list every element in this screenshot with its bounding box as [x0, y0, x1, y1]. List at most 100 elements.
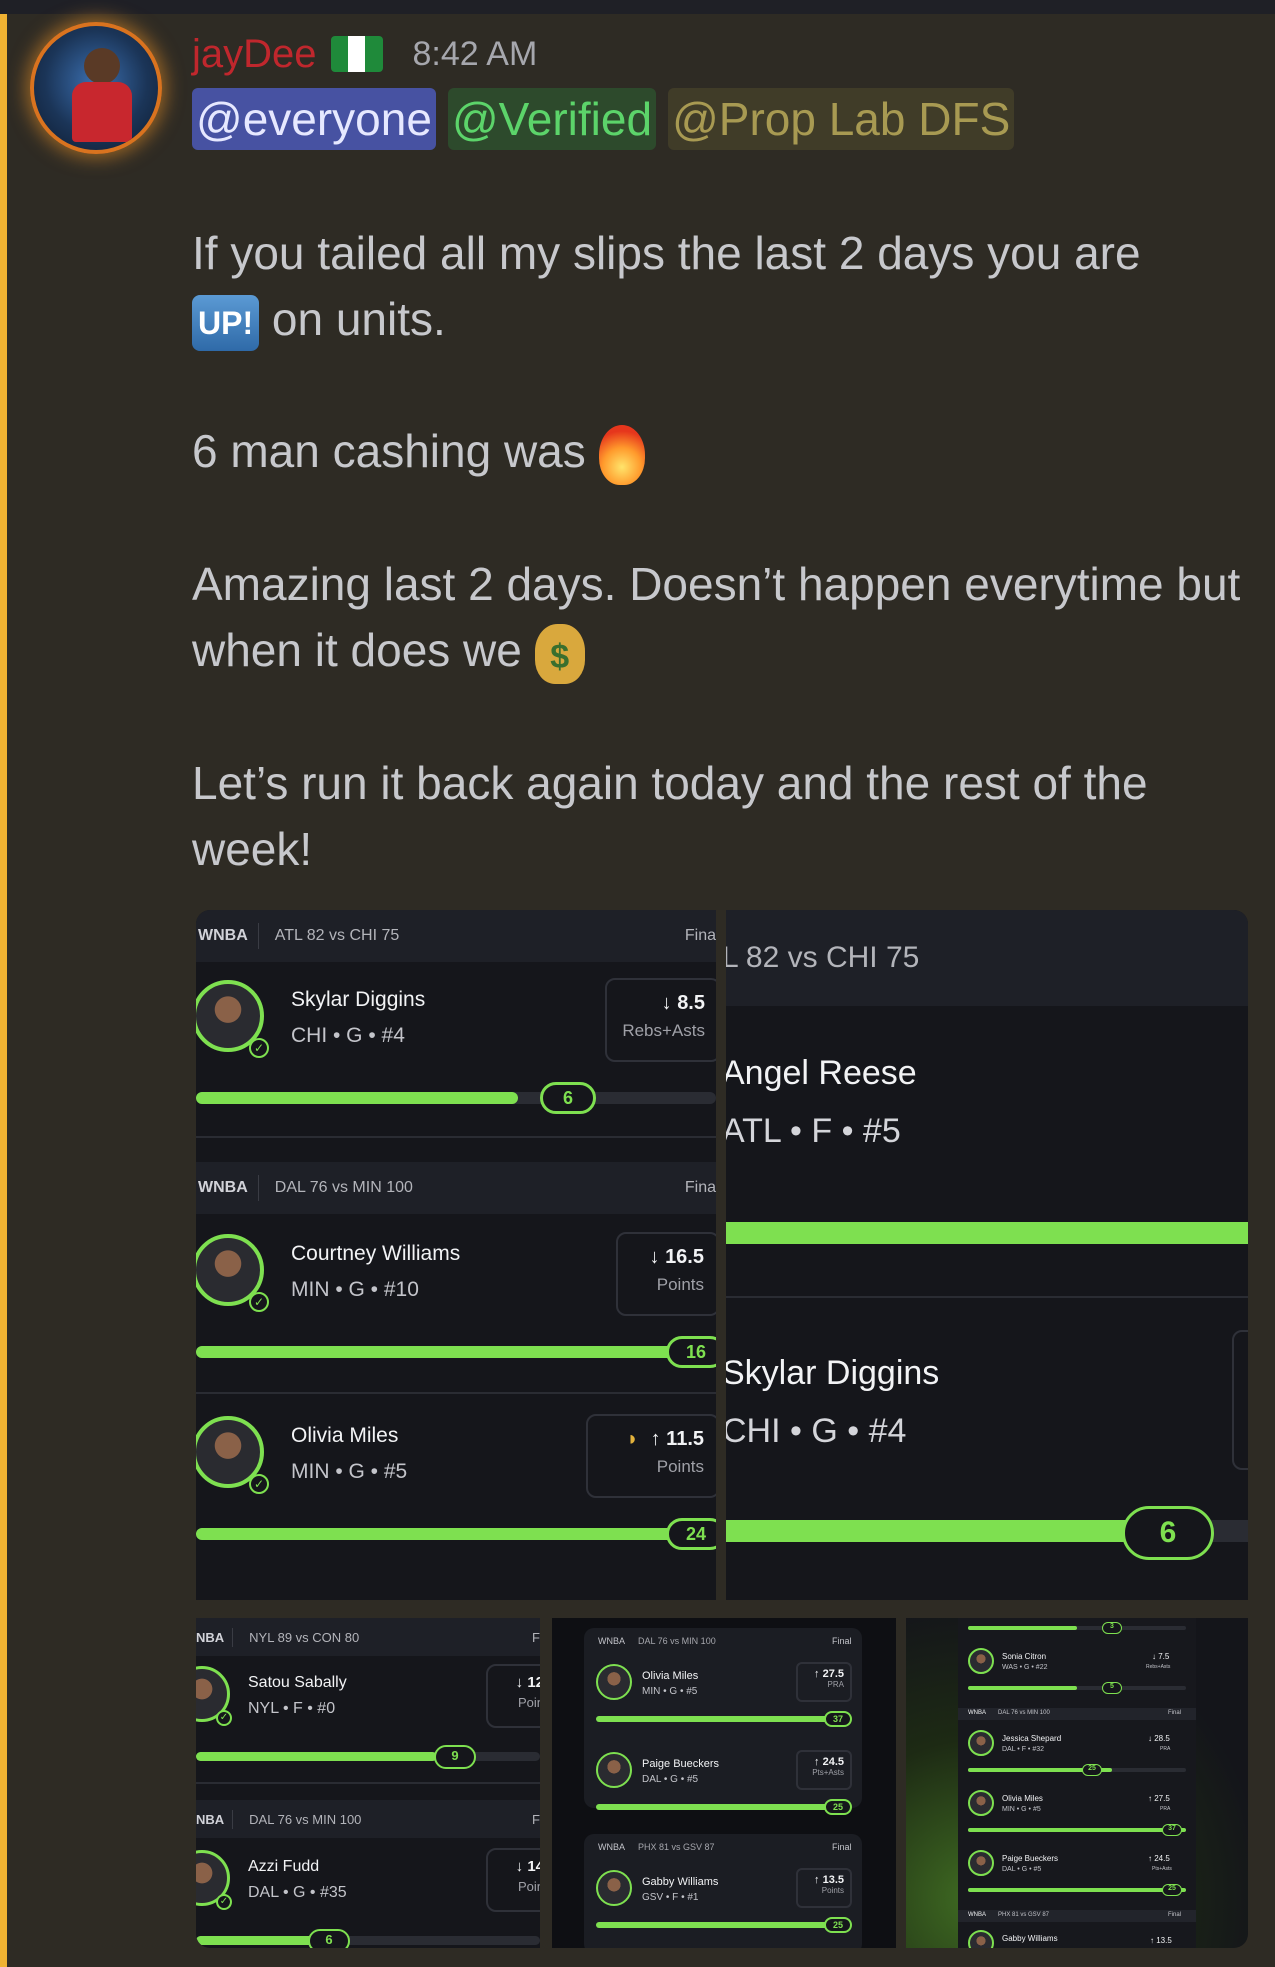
progress-fill	[968, 1828, 1186, 1832]
check-icon: ✓	[249, 1474, 269, 1494]
avatar-jersey	[72, 82, 132, 142]
player-photo	[596, 1664, 632, 1700]
player-name: Skylar Diggins	[726, 1354, 940, 1392]
player-photo	[968, 1730, 994, 1756]
nigeria-flag-icon	[330, 36, 383, 72]
divider	[726, 1296, 1248, 1298]
paragraph-3: Amazing last 2 days. Doesn’t happen ever…	[192, 551, 1252, 684]
player-meta: WAS • G • #22	[1002, 1664, 1048, 1671]
stat-label: Rebs+Asts	[622, 1021, 705, 1040]
stat-label: PRA	[1160, 1806, 1171, 1812]
player-name: Satou Sabally	[248, 1674, 347, 1691]
line-value: ↑ 24.5	[1148, 1854, 1170, 1863]
line-value: 14	[527, 1858, 540, 1875]
line-value: 11.5	[666, 1428, 704, 1450]
progress-track	[968, 1828, 1186, 1832]
mention-verified[interactable]: @Verified	[447, 88, 657, 150]
result-pill: 25	[1082, 1764, 1102, 1776]
line-value: ↓ 7.5	[1152, 1652, 1169, 1661]
arrow-down-icon: ↓	[1148, 1734, 1152, 1743]
stat-label: PRA	[1160, 1746, 1171, 1752]
check-icon: ✓	[216, 1894, 232, 1910]
result-pill: 3	[1102, 1622, 1122, 1634]
stat-label: Pts+Asts	[1152, 1866, 1172, 1872]
attachment-image-4[interactable]: WNBA DAL 76 vs MIN 100 Final Olivia Mile…	[552, 1618, 896, 1948]
progress-track	[596, 1922, 852, 1928]
divider	[196, 1782, 540, 1784]
line-value: ↑ 13.5	[1150, 1936, 1172, 1945]
message-body: If you tailed all my slips the last 2 da…	[192, 220, 1252, 948]
arrow-down-icon: ↓	[661, 992, 672, 1014]
line-5: Let’s run it back again today and the re…	[192, 756, 1148, 875]
progress-track	[196, 1346, 716, 1358]
player-name: Sonia Citron	[1002, 1652, 1047, 1661]
game-score: NYL 89 vs CON 80	[249, 1629, 360, 1645]
player-name: Olivia Miles	[1002, 1794, 1043, 1803]
taco-icon: ◗	[626, 1428, 639, 1450]
player-name: Jessica Shepard	[1002, 1734, 1062, 1743]
attachment-image-3[interactable]: NBA NYL 89 vs CON 80 F ✓ Satou Sabally N…	[196, 1618, 540, 1948]
line-value: ↓ 28.5	[1148, 1734, 1170, 1743]
message-header: jayDee 8:42 AM	[192, 24, 537, 84]
line-number: 27.5	[1154, 1794, 1170, 1803]
game-score: DAL 76 vs MIN 100	[249, 1811, 362, 1827]
game-header: WNBA ATL 82 vs CHI 75 Fina	[196, 910, 716, 962]
league-badge: WNBA	[196, 923, 259, 949]
player-meta: MIN • G • #5	[291, 1460, 408, 1483]
player-meta: DAL • G • #5	[642, 1774, 699, 1785]
player-photo	[596, 1870, 632, 1906]
line-value: 24.5	[822, 1756, 844, 1768]
line-box: ↓ 8.5 Rebs+Asts	[605, 978, 716, 1062]
result-pill: 9	[434, 1745, 476, 1769]
final-label: Fina	[684, 927, 716, 944]
game-score: L 82 vs CHI 75	[726, 941, 920, 974]
game-header: NBA NYL 89 vs CON 80 F	[196, 1618, 540, 1656]
line-number: 28.5	[1154, 1734, 1170, 1743]
line-4: Amazing last 2 days. Doesn’t happen ever…	[192, 557, 1241, 676]
attachment-image-2[interactable]: L 82 vs CHI 75 Angel Reese ATL • F • #5 …	[726, 910, 1248, 1600]
money-bag-emoji-icon: $	[534, 623, 585, 684]
attachment-image-5[interactable]: 3 Sonia Citron WAS • G • #22 ↓ 7.5 Rebs+…	[906, 1618, 1248, 1948]
game-score: PHX 81 vs GSV 87	[638, 1842, 715, 1852]
game-score: DAL 76 vs MIN 100	[998, 1710, 1050, 1716]
player-name: Gabby Williams	[642, 1876, 719, 1888]
mention-everyone[interactable]: @everyone	[192, 88, 436, 150]
result-pill: 6	[1122, 1506, 1214, 1560]
arrow-up-icon: ↑	[1150, 1936, 1154, 1945]
timestamp[interactable]: 8:42 AM	[413, 35, 538, 74]
final-label: Final	[832, 1842, 852, 1852]
line-value: 12	[527, 1674, 540, 1691]
username[interactable]: jayDee	[192, 32, 317, 77]
player-name: Angel Reese	[726, 1054, 917, 1092]
game-score: PHX 81 vs GSV 87	[998, 1912, 1050, 1918]
progress-fill	[196, 1092, 519, 1104]
attachment-image-1[interactable]: WNBA ATL 82 vs CHI 75 Fina ✓ Skylar Digg…	[196, 910, 716, 1600]
avatar[interactable]	[30, 22, 162, 154]
game-score: DAL 76 vs MIN 100	[274, 1179, 413, 1196]
progress-track	[196, 1092, 716, 1104]
stat-label: Points	[821, 1886, 844, 1895]
line-3: 6 man cashing was	[192, 425, 586, 477]
arrow-down-icon: ↓	[515, 1858, 524, 1875]
progress-fill	[196, 1346, 675, 1358]
player-meta: MIN • G • #10	[291, 1278, 419, 1301]
line-box: ↑ 24.5 Pts+Asts	[796, 1750, 852, 1790]
player-name: Skylar Diggins	[291, 988, 426, 1011]
progress-track	[196, 1528, 716, 1540]
player-meta: GSV • F • #1	[642, 1892, 699, 1903]
result-pill: 25	[1162, 1884, 1182, 1896]
player-name: Courtney Williams	[291, 1242, 461, 1265]
stat-label: Poin	[517, 1879, 540, 1894]
line-number: 7.5	[1158, 1652, 1170, 1661]
mention-prop-lab-dfs[interactable]: @Prop Lab DFS	[668, 88, 1015, 150]
line-box: ↓ 16.5 Points	[616, 1232, 716, 1316]
stat-label: Points	[656, 1275, 704, 1294]
check-icon: ✓	[249, 1292, 269, 1312]
final-label: F	[532, 1629, 540, 1645]
arrow-up-icon: ↑	[814, 1874, 820, 1886]
result-pill: 16	[666, 1336, 716, 1368]
player-name: Azzi Fudd	[248, 1858, 320, 1875]
progress-fill	[596, 1716, 832, 1722]
check-icon: ✓	[216, 1710, 232, 1726]
progress-track	[968, 1626, 1186, 1630]
